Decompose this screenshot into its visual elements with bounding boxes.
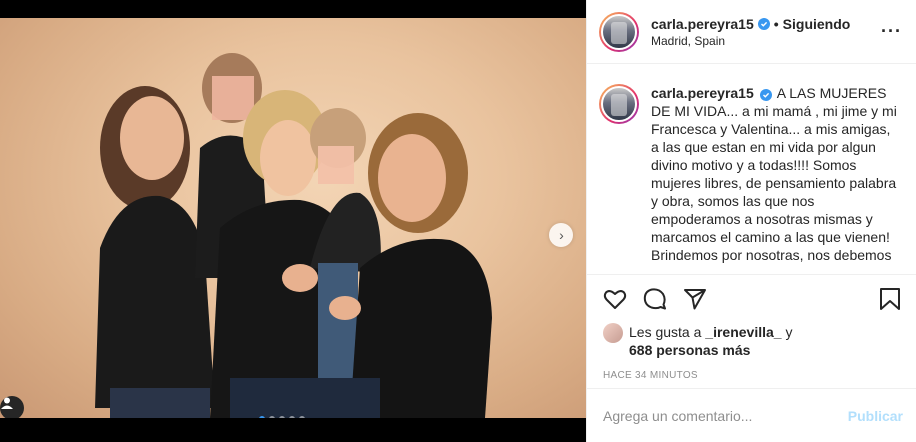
more-dots-icon: ··· [881,21,902,41]
likes-prefix: Les gusta a [629,324,706,340]
likes-conj: y [781,324,793,340]
photo-illustration [95,53,492,418]
caption-username[interactable]: carla.pereyra15 [651,85,754,101]
post-timestamp[interactable]: HACE 34 MINUTOS [587,363,916,389]
chevron-right-icon: › [559,227,564,243]
comment-form: Publicar [587,388,916,442]
avatar[interactable] [599,11,639,52]
comment-input[interactable] [603,407,848,424]
bottom-letterbox [0,418,586,442]
verified-badge-icon [757,17,770,30]
more-options-button[interactable]: ··· [881,21,902,42]
publish-button[interactable]: Publicar [848,408,903,424]
verified-badge-icon [759,89,772,101]
next-photo-button[interactable]: › [549,223,573,247]
post-sidebar: carla.pereyra15 • Siguiendo Madrid, Spai… [586,0,916,442]
liker-username[interactable]: _irenevilla_ [705,324,781,340]
likes-count-link[interactable]: 688 personas más [629,342,750,358]
following-button[interactable]: Siguiendo [783,16,851,32]
post-photo[interactable]: › [0,18,586,418]
separator-dot: • [773,15,779,32]
share-icon[interactable] [683,287,707,311]
caption-body: A LAS MUJERES DE MI VIDA... a mi mamá , … [651,85,897,263]
bookmark-icon[interactable] [878,287,902,311]
tagged-users-button[interactable] [0,396,24,418]
author-username[interactable]: carla.pereyra15 [651,16,754,32]
heart-icon[interactable] [603,287,627,311]
top-letterbox [0,0,586,18]
post-header: carla.pereyra15 • Siguiendo Madrid, Spai… [587,0,916,64]
avatar[interactable] [603,323,623,343]
avatar[interactable] [599,84,639,124]
comment-icon[interactable] [643,287,667,311]
caption-section: carla.pereyra15 A LAS MUJERES DE MI VIDA… [587,64,916,275]
user-icon [1,397,13,409]
location-link[interactable]: Madrid, Spain [651,34,881,48]
likes-section: Les gusta a _irenevilla_ y 688 personas … [587,323,916,363]
caption: carla.pereyra15 A LAS MUJERES DE MI VIDA… [651,84,900,274]
action-bar [587,275,916,323]
